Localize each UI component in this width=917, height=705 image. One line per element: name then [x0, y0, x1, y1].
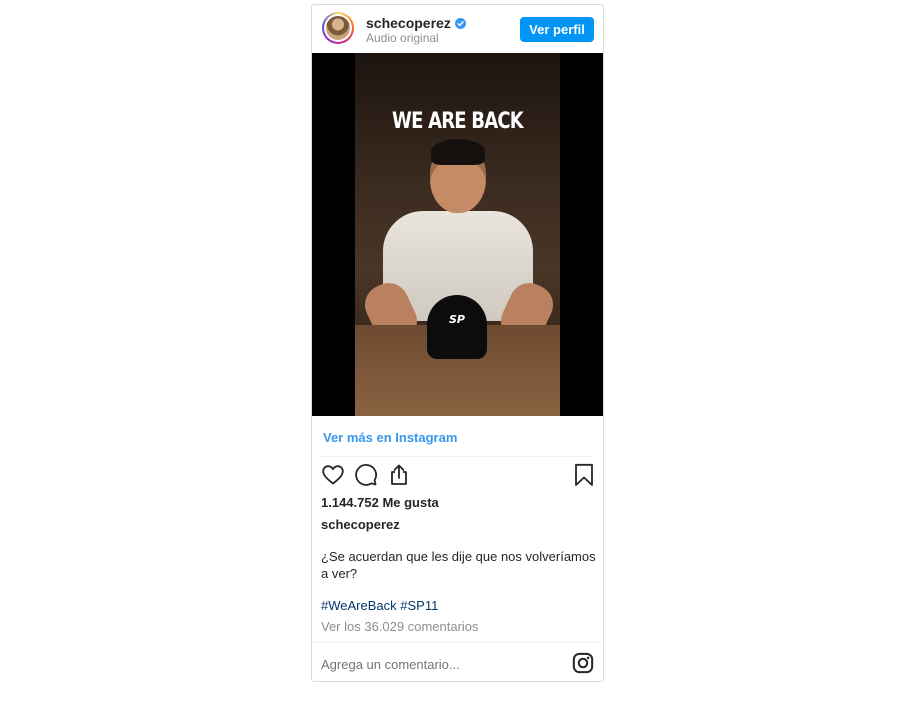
view-comments-link[interactable]: Ver los 36.029 comentarios [321, 619, 479, 634]
post-media[interactable]: SP WE ARE BACK [312, 53, 603, 416]
verified-icon [454, 17, 466, 29]
avatar[interactable] [322, 12, 354, 44]
caption-username[interactable]: schecoperez [321, 517, 400, 532]
comment-icon [355, 464, 377, 486]
caption-text: ¿Se acuerdan que les dije que nos volver… [321, 549, 596, 581]
hashtag-link[interactable]: #SP11 [400, 598, 438, 613]
bookmark-icon [575, 463, 593, 486]
hashtag-link[interactable]: #WeAreBack [321, 598, 397, 613]
like-count[interactable]: 1.144.752 Me gusta [321, 495, 439, 510]
comment-button[interactable] [353, 463, 379, 489]
save-button[interactable] [571, 463, 597, 489]
username-row: schecoperez [366, 15, 466, 31]
comment-input[interactable] [321, 653, 561, 675]
overlay-title: WE ARE BACK [392, 109, 524, 134]
comment-divider [312, 642, 603, 643]
share-button[interactable] [386, 463, 412, 489]
username[interactable]: schecoperez [366, 15, 451, 31]
heart-icon [322, 465, 344, 485]
view-profile-button[interactable]: Ver perfil [520, 17, 594, 42]
post-header: schecoperez Audio original Ver perfil [312, 5, 603, 53]
instagram-icon[interactable] [572, 652, 594, 674]
audio-label[interactable]: Audio original [366, 31, 439, 45]
like-button[interactable] [320, 463, 346, 489]
instagram-embed-card: schecoperez Audio original Ver perfil SP… [311, 4, 604, 682]
black-cap: SP [427, 295, 487, 359]
action-bar [320, 463, 595, 491]
cap-logo: SP [449, 313, 465, 326]
divider [321, 456, 594, 457]
avatar-photo [326, 16, 350, 40]
hashtags: #WeAreBack #SP11 [321, 598, 438, 613]
share-icon [391, 464, 407, 485]
video-frame: SP WE ARE BACK [355, 53, 560, 416]
view-more-link[interactable]: Ver más en Instagram [323, 430, 457, 445]
